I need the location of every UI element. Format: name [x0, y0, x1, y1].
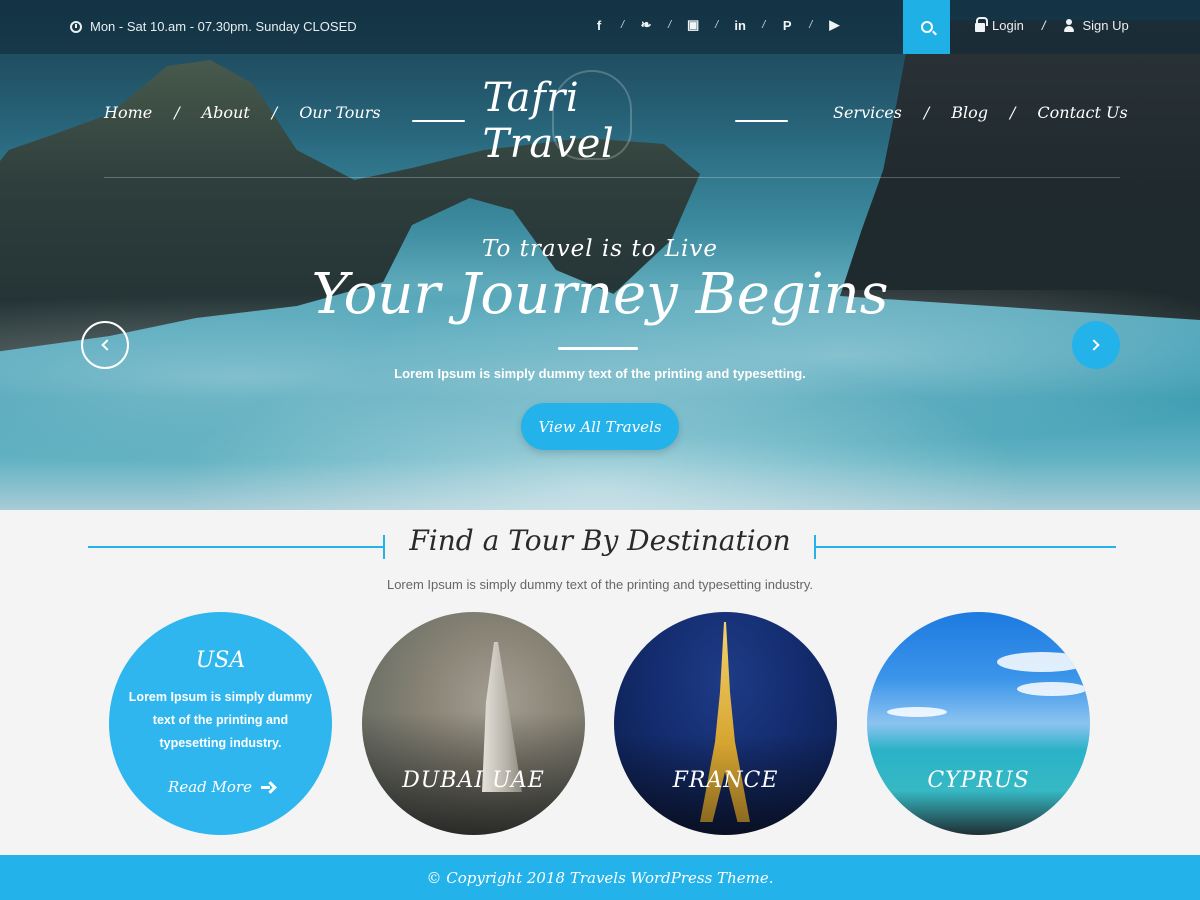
social-separator: /: [762, 19, 766, 31]
chevron-right-icon: [1088, 339, 1100, 351]
brand-name: Tafri Travel: [482, 75, 615, 167]
chevron-left-icon: [101, 339, 113, 351]
lock-icon: [975, 17, 988, 32]
auth-links: Login / Sign Up: [975, 17, 1129, 33]
destination-label: CYPRUS: [927, 768, 1030, 793]
destination-card-france[interactable]: FRANCE: [614, 612, 837, 835]
nav-item-home[interactable]: Home: [104, 103, 152, 122]
brand-rule-right: [735, 120, 788, 122]
section-title-line-right: [816, 546, 1116, 548]
nav-item-blog[interactable]: Blog: [951, 103, 988, 122]
destination-card-cyprus[interactable]: CYPRUS: [867, 612, 1090, 835]
nav-divider: [104, 177, 1120, 178]
destination-description: Lorem Ipsum is simply dummy text of the …: [128, 690, 313, 750]
hero-headline: Your Journey Begins: [311, 262, 889, 327]
section-subtitle: Lorem Ipsum is simply dummy text of the …: [386, 577, 814, 592]
footer: © Copyright 2018 Travels WordPress Theme…: [0, 855, 1200, 900]
nav-separator: /: [174, 103, 180, 122]
auth-separator: /: [1041, 18, 1046, 33]
cloud-image: [887, 707, 947, 717]
opening-hours-text: Mon - Sat 10.am - 07.30pm. Sunday CLOSED: [90, 19, 357, 34]
signup-label: Sign Up: [1082, 18, 1129, 33]
slider-next-button[interactable]: [1072, 321, 1120, 369]
nav-separator: /: [923, 103, 930, 122]
destination-name: USA: [195, 648, 246, 673]
facebook-icon[interactable]: f: [590, 18, 608, 33]
destination-card-dubai[interactable]: DUBAI UAE: [362, 612, 585, 835]
twitter-icon[interactable]: ❧: [637, 17, 655, 33]
signup-link[interactable]: Sign Up: [1063, 18, 1129, 33]
nav-separator: /: [271, 103, 278, 122]
social-separator: /: [621, 19, 625, 31]
cloud-image: [997, 652, 1087, 672]
destination-label: DUBAI UAE: [402, 768, 545, 793]
main-nav-right: Services / Blog / Contact Us: [833, 103, 1128, 122]
pinterest-icon[interactable]: P: [778, 18, 796, 33]
login-link[interactable]: Login: [975, 17, 1024, 33]
view-all-travels-button[interactable]: View All Travels: [521, 403, 679, 450]
slider-prev-button[interactable]: [81, 321, 129, 369]
destination-card-usa[interactable]: USA Lorem Ipsum is simply dummy text of …: [109, 612, 332, 835]
hero-subtext: Lorem Ipsum is simply dummy text of the …: [394, 366, 806, 381]
read-more-label: Read More: [168, 778, 252, 796]
linkedin-icon[interactable]: in: [731, 18, 749, 33]
destination-label: FRANCE: [672, 768, 779, 793]
nav-item-services[interactable]: Services: [833, 103, 902, 122]
nav-item-contact-us[interactable]: Contact Us: [1037, 103, 1127, 122]
social-separator: /: [715, 19, 719, 31]
brand-logo[interactable]: Tafri Travel: [412, 75, 788, 167]
top-bar: Mon - Sat 10.am - 07.30pm. Sunday CLOSED…: [0, 0, 1200, 54]
nav-item-about[interactable]: About: [202, 103, 250, 122]
instagram-icon[interactable]: ▣: [684, 17, 702, 33]
brand-rule-left: [412, 120, 465, 122]
cloud-image: [1017, 682, 1087, 696]
section-title: Find a Tour By Destination: [409, 524, 791, 557]
hero-divider: [558, 347, 638, 350]
nav-item-our-tours[interactable]: Our Tours: [299, 103, 380, 122]
main-nav-left: Home / About / Our Tours: [104, 103, 381, 122]
youtube-icon[interactable]: ▶: [825, 17, 843, 33]
search-button[interactable]: [903, 0, 950, 54]
copyright-text: © Copyright 2018 Travels WordPress Theme…: [426, 868, 774, 887]
clock-icon: [70, 20, 82, 33]
social-separator: /: [668, 19, 672, 31]
social-separator: /: [809, 19, 813, 31]
search-icon: [920, 21, 933, 33]
opening-hours: Mon - Sat 10.am - 07.30pm. Sunday CLOSED: [70, 19, 357, 34]
social-links: f / ❧ / ▣ / in / P / ▶: [590, 17, 843, 33]
hero-tagline: To travel is to Live: [481, 236, 719, 262]
login-label: Login: [992, 18, 1024, 33]
arrow-right-icon: [260, 781, 273, 793]
nav-separator: /: [1010, 103, 1016, 122]
user-icon: [1063, 19, 1075, 32]
read-more-link[interactable]: Read More: [109, 778, 332, 796]
